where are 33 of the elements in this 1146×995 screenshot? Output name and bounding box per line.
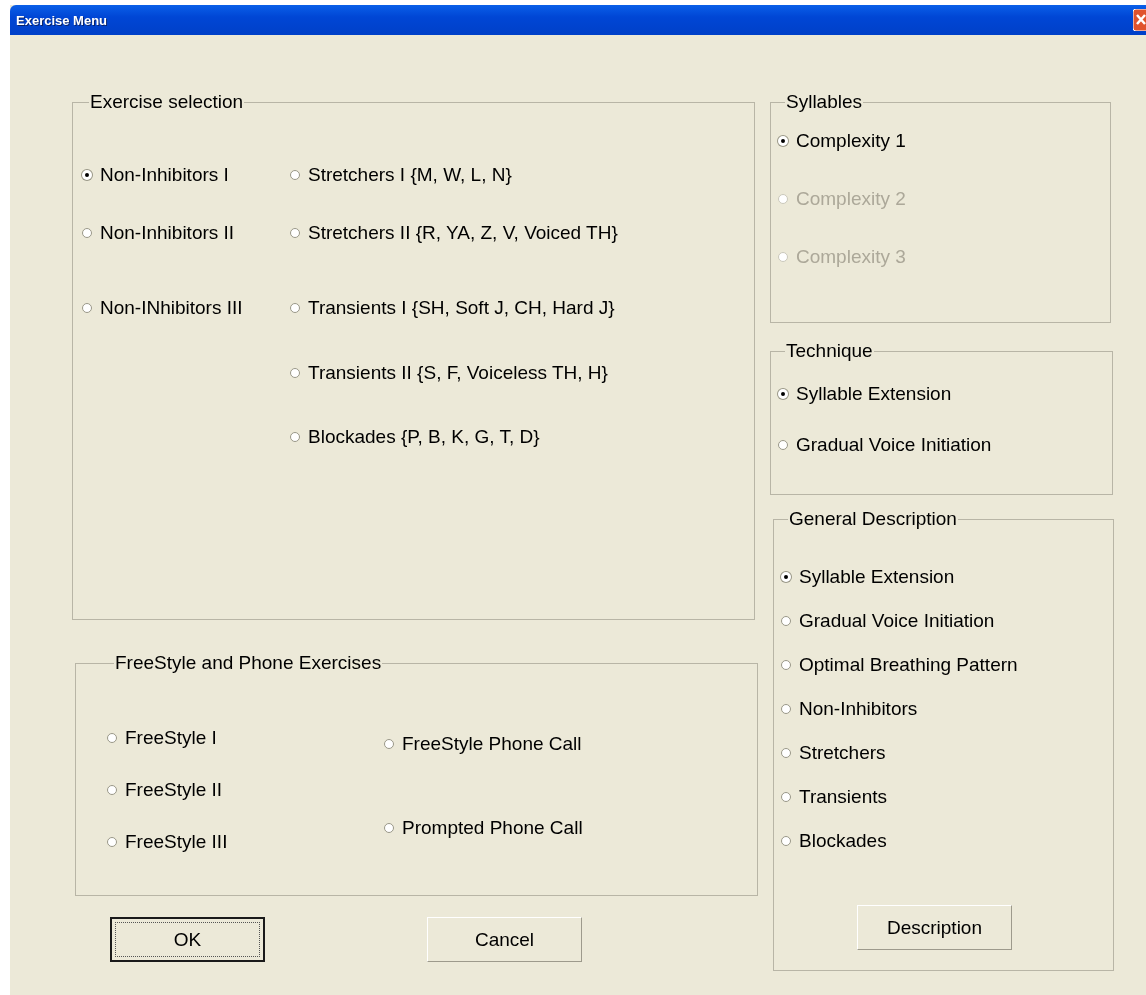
radio-button[interactable]: Transients I {SH, Soft J, CH, Hard J} <box>290 296 754 320</box>
radio-button[interactable]: Non-Inhibitors <box>781 697 1113 721</box>
radio-button[interactable]: Gradual Voice Initiation <box>781 609 1113 633</box>
radio-button[interactable]: Blockades {P, B, K, G, T, D} <box>290 425 754 449</box>
radio-button[interactable]: Non-Inhibitors II <box>82 221 290 245</box>
group-title: FreeStyle and Phone Exercises <box>114 652 383 674</box>
radio-button[interactable]: Transients <box>781 785 1113 809</box>
ok-button[interactable]: OK <box>110 917 265 962</box>
radio-button[interactable]: Stretchers I {M, W, L, N} <box>290 163 754 187</box>
radio-button[interactable]: Optimal Breathing Pattern <box>781 653 1113 677</box>
description-button[interactable]: Description <box>857 905 1012 950</box>
group-title: Syllables <box>785 91 864 113</box>
group-title: Exercise selection <box>89 91 245 113</box>
close-icon[interactable] <box>1133 9 1146 31</box>
radio-button[interactable]: Syllable Extension <box>781 565 1113 589</box>
radio-button[interactable]: Gradual Voice Initiation <box>778 433 1112 457</box>
radio-button[interactable]: FreeStyle Phone Call <box>384 732 583 756</box>
group-title: General Description <box>788 508 958 530</box>
radio-button[interactable]: Complexity 1 <box>778 129 1110 153</box>
radio-button[interactable]: FreeStyle III <box>107 830 384 854</box>
radio-button[interactable]: Non-Inhibitors I <box>82 163 290 187</box>
radio-button[interactable]: Stretchers <box>781 741 1113 765</box>
window-title: Exercise Menu <box>15 12 108 28</box>
radio-button[interactable]: FreeStyle II <box>107 778 384 802</box>
radio-button[interactable]: FreeStyle I <box>107 726 384 750</box>
radio-button[interactable]: Transients II {S, F, Voiceless TH, H} <box>290 361 754 385</box>
radio-button[interactable]: Non-INhibitors III <box>82 296 290 320</box>
radio-button[interactable]: Stretchers II {R, YA, Z, V, Voiced TH} <box>290 221 754 245</box>
group-title: Technique <box>785 340 874 362</box>
radio-button[interactable]: Syllable Extension <box>778 382 1112 406</box>
radio-button[interactable]: Prompted Phone Call <box>384 816 583 840</box>
cancel-button[interactable]: Cancel <box>427 917 582 962</box>
radio-button[interactable]: Blockades <box>781 829 1113 853</box>
